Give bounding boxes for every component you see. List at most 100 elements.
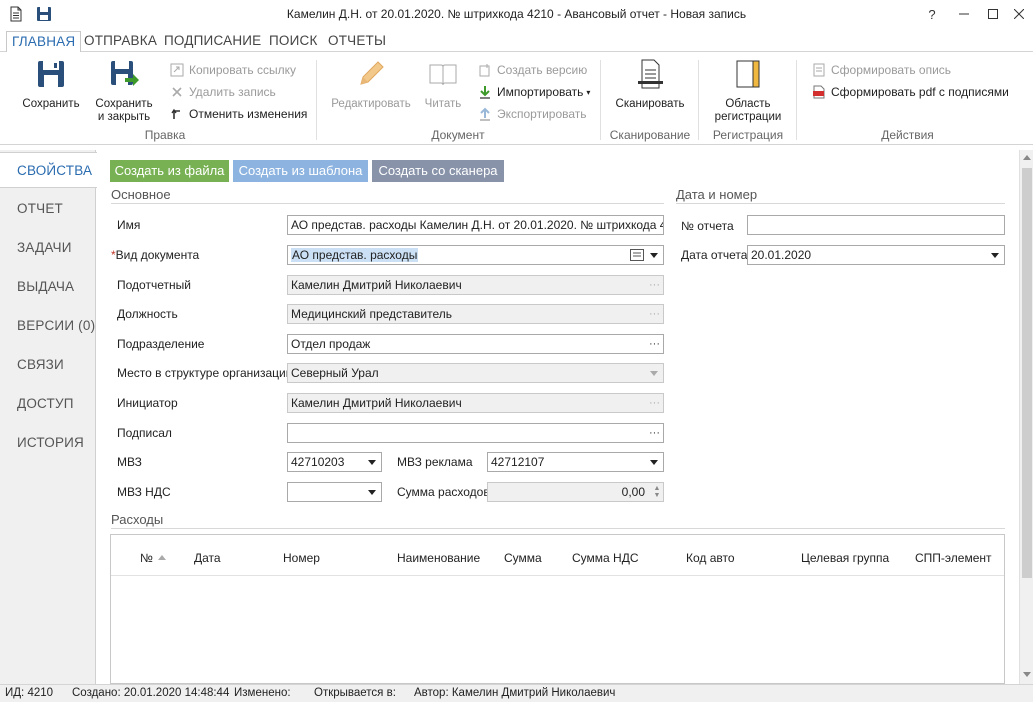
column-header-date[interactable]: Дата <box>194 551 221 565</box>
window-title: Камелин Д.Н. от 20.01.2020. № штрихкода … <box>286 7 747 21</box>
nav-tasks[interactable]: ЗАДАЧИ <box>0 230 96 266</box>
registration-area-button[interactable]: Область регистрации <box>708 58 788 124</box>
sum-label: Сумма расходов <box>397 485 490 499</box>
department-field[interactable]: Отдел продаж ··· <box>287 334 664 354</box>
import-label: Импортировать <box>497 85 584 99</box>
edit-button[interactable]: Редактировать <box>328 58 414 111</box>
column-header-wbs-element[interactable]: СПП-элемент <box>915 551 992 565</box>
scrollbar-thumb[interactable] <box>1022 168 1032 578</box>
help-button[interactable]: ? <box>918 4 946 24</box>
scroll-down-icon[interactable] <box>1023 672 1031 677</box>
nav-versions[interactable]: ВЕРСИИ (0) <box>0 308 96 344</box>
copy-link-button[interactable]: Копировать ссылку <box>170 61 296 79</box>
nav-report[interactable]: ОТЧЕТ <box>0 191 96 227</box>
scan-button[interactable]: Сканировать <box>610 58 690 111</box>
floppy-disk-arrow-icon <box>111 61 139 86</box>
undo-changes-button[interactable]: Отменить изменения <box>170 105 307 123</box>
import-button[interactable]: Импортировать ▾ <box>478 83 590 101</box>
tab-home[interactable]: ГЛАВНАЯ <box>6 31 82 53</box>
tab-reports[interactable]: ОТЧЕТЫ <box>323 31 391 53</box>
registration-area-label-1: Область <box>725 98 771 110</box>
reporter-label: Подотчетный <box>117 278 191 292</box>
grid-header-divider <box>111 575 1004 576</box>
create-from-scanner-button[interactable]: Создать со сканера <box>372 160 504 182</box>
mvz-ad-select[interactable]: 42712107 <box>487 452 664 472</box>
name-field[interactable]: АО представ. расходы Камелин Д.Н. от 20.… <box>287 215 664 235</box>
column-header-doc-number[interactable]: Номер <box>283 551 320 565</box>
save-and-close-button[interactable]: Сохранить и закрыть <box>92 58 156 124</box>
sum-field: 0,00 ▲ ▼ <box>487 482 664 502</box>
column-header-target-group[interactable]: Целевая группа <box>801 551 889 565</box>
mvz-select[interactable]: 42710203 <box>287 452 382 472</box>
properties-panel: Создать из файла Создать из шаблона Созд… <box>97 150 1019 684</box>
minimize-button[interactable] <box>950 4 978 24</box>
column-header-number[interactable]: № <box>140 551 166 565</box>
column-header-auto-code[interactable]: Код авто <box>686 551 735 565</box>
nav-links[interactable]: СВЯЗИ <box>0 347 96 383</box>
export-button[interactable]: Экспортировать <box>478 105 587 123</box>
expenses-grid[interactable]: № Дата Номер Наименование Сумма Сумма НД… <box>110 534 1005 684</box>
pdf-icon <box>813 85 825 99</box>
section-divider <box>111 528 1005 529</box>
close-button[interactable] <box>1005 4 1033 24</box>
mvz-vat-label: МВЗ НДС <box>117 485 171 499</box>
tab-search[interactable]: ПОИСК <box>264 31 323 53</box>
position-field: Медицинский представитель ··· <box>287 304 664 324</box>
form-inventory-button[interactable]: Сформировать опись <box>812 61 951 79</box>
ellipsis-button[interactable]: ··· <box>649 335 660 353</box>
chevron-down-icon[interactable] <box>650 253 658 258</box>
mvz-vat-select[interactable] <box>287 482 382 502</box>
initiator-label: Инициатор <box>117 396 178 410</box>
ellipsis-icon: ··· <box>649 279 660 291</box>
chevron-down-icon <box>650 460 658 465</box>
column-header-name[interactable]: Наименование <box>397 551 480 565</box>
status-modified: Изменено: <box>234 687 291 699</box>
scanner-document-icon <box>638 59 663 89</box>
nav-properties[interactable]: СВОЙСТВА <box>0 152 97 188</box>
initiator-field: Камелин Дмитрий Николаевич ··· <box>287 393 664 413</box>
read-button[interactable]: Читать <box>420 58 466 111</box>
registration-area-icon <box>736 60 760 88</box>
status-opened-in: Открывается в: <box>314 687 396 699</box>
position-value: Медицинский представитель <box>291 307 453 321</box>
department-value: Отдел продаж <box>291 337 371 351</box>
delete-record-button[interactable]: Удалить запись <box>170 83 276 101</box>
tab-sign[interactable]: ПОДПИСАНИЕ <box>159 31 266 53</box>
undo-changes-label: Отменить изменения <box>189 107 308 121</box>
group-separator <box>698 60 699 140</box>
scroll-up-icon[interactable] <box>1023 155 1031 160</box>
vertical-scrollbar[interactable] <box>1019 150 1033 684</box>
maximize-button[interactable] <box>979 4 1007 24</box>
orgplace-value: Северный Урал <box>291 366 379 380</box>
delete-x-icon <box>172 87 182 97</box>
section-divider <box>111 203 664 204</box>
mvz-ad-value: 42712107 <box>491 455 545 469</box>
nav-history[interactable]: ИСТОРИЯ <box>0 425 96 461</box>
report-date-picker[interactable]: 20.01.2020 <box>747 245 1005 265</box>
save-button[interactable]: Сохранить <box>20 58 82 111</box>
ellipsis-button[interactable]: ··· <box>649 424 660 442</box>
column-header-vat-amount[interactable]: Сумма НДС <box>572 551 639 565</box>
doctype-label: *Вид документа <box>111 248 199 262</box>
report-no-input[interactable] <box>747 215 1005 235</box>
create-from-file-button[interactable]: Создать из файла <box>110 160 229 182</box>
tab-send[interactable]: ОТПРАВКА <box>79 31 162 53</box>
create-version-button[interactable]: Создать версию <box>478 61 587 79</box>
doctype-value: АО представ. расходы <box>291 248 419 262</box>
group-separator <box>796 60 797 140</box>
doctype-field[interactable]: АО представ. расходы <box>287 245 664 265</box>
nav-issue[interactable]: ВЫДАЧА <box>0 269 96 305</box>
read-label: Читать <box>424 98 462 110</box>
group-label-actions: Действия <box>881 128 934 142</box>
status-author: Автор: Камелин Дмитрий Николаевич <box>414 687 616 699</box>
copy-link-label: Копировать ссылку <box>189 63 296 77</box>
column-header-amount[interactable]: Сумма <box>504 551 542 565</box>
mvz-label: МВЗ <box>117 455 142 469</box>
mvz-value: 42710203 <box>291 455 345 469</box>
nav-access[interactable]: ДОСТУП <box>0 386 96 422</box>
create-from-template-button[interactable]: Создать из шаблона <box>233 160 368 182</box>
signed-field[interactable]: ··· <box>287 423 664 443</box>
form-pdf-button[interactable]: Сформировать pdf с подписями <box>812 83 1009 101</box>
floppy-disk-icon <box>38 61 64 87</box>
book-icon <box>429 64 457 86</box>
